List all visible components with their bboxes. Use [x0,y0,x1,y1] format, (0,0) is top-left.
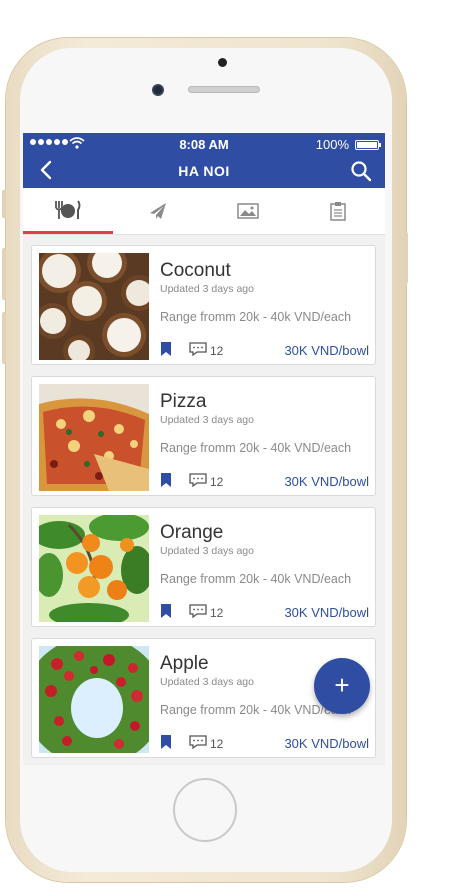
restaurant-icon [55,199,81,219]
item-name: Orange [160,522,224,543]
orange-image [39,515,149,622]
item-price-range: Range fromm 20k - 40k VND/each [160,310,352,324]
bookmark-icon[interactable] [161,735,171,749]
comment-count: 12 [210,737,224,751]
pizza-image [39,384,149,491]
item-price: 30K VND/bowl [284,343,369,358]
front-camera [152,84,164,96]
search-icon[interactable] [350,160,372,182]
comment-icon[interactable] [189,473,207,487]
app-screen: 8:08 AM 100% HA NOI Coconut Updated 3 da… [23,133,385,765]
item-price-range: Range fromm 20k - 40k VND/each [160,572,352,586]
bookmark-icon[interactable] [161,473,171,487]
volume-up-button [2,248,6,300]
power-button [404,232,408,284]
proximity-sensor [218,58,227,67]
home-button[interactable] [173,778,237,842]
item-name: Coconut [160,260,231,281]
item-updated: Updated 3 days ago [160,545,254,557]
comment-icon[interactable] [189,342,207,356]
status-bar: 8:08 AM 100% [23,133,385,155]
airplane-icon [150,203,166,219]
item-price: 30K VND/bowl [284,605,369,620]
battery-icon [355,140,381,150]
comment-count: 12 [210,475,224,489]
earpiece-speaker [188,86,260,93]
app-header: 8:08 AM 100% HA NOI [23,133,385,188]
page-title: HA NOI [178,163,230,179]
apple-image [39,646,149,753]
mute-switch [2,190,6,218]
item-price-range: Range fromm 20k - 40k VND/each [160,441,352,455]
item-price: 30K VND/bowl [284,474,369,489]
clipboard-icon [330,202,346,221]
list-item[interactable]: Orange Updated 3 days ago Range fromm 20… [31,507,376,627]
add-button[interactable]: + [314,658,370,714]
comment-icon[interactable] [189,735,207,749]
volume-down-button [2,312,6,364]
item-name: Apple [160,653,209,674]
bookmark-icon[interactable] [161,604,171,618]
item-price: 30K VND/bowl [284,736,369,751]
tab-food[interactable] [23,188,113,234]
item-updated: Updated 3 days ago [160,676,254,688]
list-item[interactable]: Coconut Updated 3 days ago Range fromm 2… [31,245,376,365]
list-item[interactable]: Pizza Updated 3 days ago Range fromm 20k… [31,376,376,496]
tab-photos[interactable] [203,188,293,234]
comment-count: 12 [210,344,224,358]
item-updated: Updated 3 days ago [160,414,254,426]
comment-icon[interactable] [189,604,207,618]
category-tabs [23,188,385,235]
battery-percentage: 100% [315,137,349,152]
tab-notes[interactable] [293,188,383,234]
bookmark-icon[interactable] [161,342,171,356]
item-updated: Updated 3 days ago [160,283,254,295]
comment-count: 12 [210,606,224,620]
coconut-image [39,253,149,360]
item-name: Pizza [160,391,207,412]
photo-icon [237,203,259,219]
tab-travel[interactable] [113,188,203,234]
